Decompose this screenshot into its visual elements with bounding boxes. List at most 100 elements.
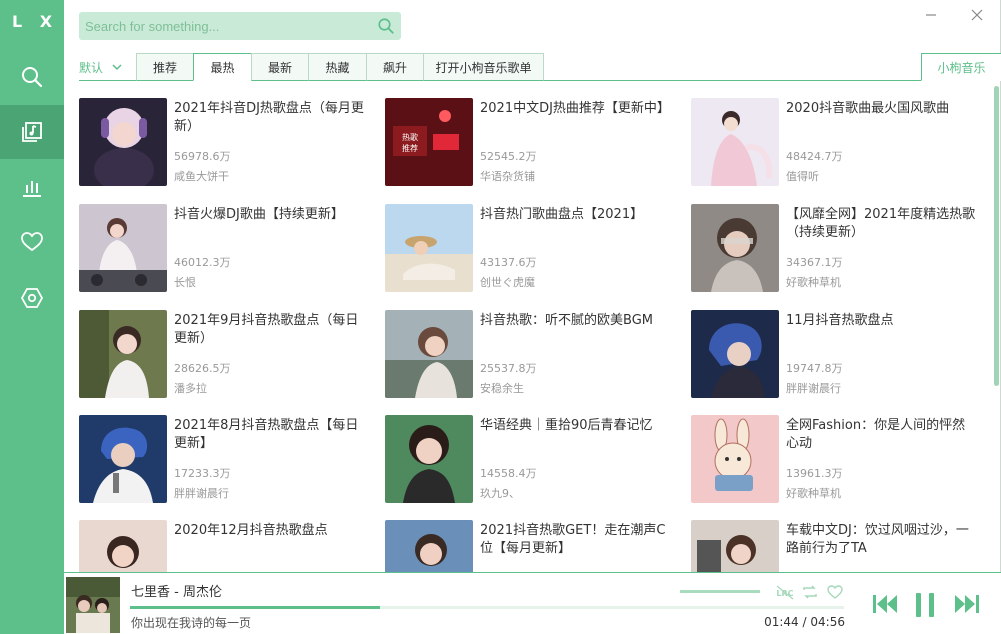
play-count: 34367.1万 [786, 256, 843, 269]
playlist-title[interactable]: 抖音热门歌曲盘点【2021】 [480, 206, 670, 224]
songlist-icon [22, 122, 42, 142]
playlist-card[interactable]: 抖音热歌：听不腻的欧美BGM 25537.8万 安稳余生 [385, 310, 675, 398]
playlist-title[interactable]: 2021年抖音DJ热歌盘点（每月更新） [174, 100, 364, 136]
tab-hottest[interactable]: 最热 [193, 53, 252, 81]
playlist-card[interactable]: 华语经典｜重拾90后青春记忆 14558.4万 玖九9、 [385, 415, 675, 503]
search-icon [22, 67, 43, 88]
previous-track-icon[interactable] [870, 591, 900, 617]
volume-slider[interactable] [680, 590, 760, 593]
time-display: 01:44 / 04:56 [764, 615, 845, 629]
play-count: 48424.7万 [786, 150, 843, 163]
nav-search[interactable] [0, 50, 64, 104]
app-window: L X 默认 推荐 最热 最 [0, 0, 1001, 634]
playlist-card[interactable]: 2021抖音热歌GET！走在潮声C位【每月更新】 [385, 520, 675, 572]
playlist-title[interactable]: 车载中文DJ：饮过风咽过沙，一路前行为了TA [786, 522, 976, 558]
playlist-title[interactable]: 全网Fashion：你是人间的怦然心动 [786, 417, 976, 453]
playlist-card[interactable]: 抖音火爆DJ歌曲【持续更新】 46012.3万 长恨 [79, 204, 369, 292]
playlist-card[interactable]: 2021年抖音DJ热歌盘点（每月更新） 56978.6万 咸鱼大饼干 [79, 98, 369, 186]
playlist-card[interactable]: 2020抖音歌曲最火国风歌曲 48424.7万 值得听 [691, 98, 981, 186]
lrc-label: LRC [776, 589, 793, 598]
tab-open-playlist[interactable]: 打开小枸音乐歌单 [423, 53, 544, 81]
playlist-cover[interactable] [79, 415, 167, 503]
playlist-cover[interactable] [385, 520, 473, 572]
tab-rising[interactable]: 飙升 [366, 53, 424, 81]
playlist-card[interactable]: 【风靡全网】2021年度精选热歌（持续更新） 34367.1万 好歌种草机 [691, 204, 981, 292]
playlist-author: 安稳余生 [480, 382, 524, 395]
playlist-author: 胖胖谢晨行 [174, 487, 229, 500]
chevron-down-icon [112, 64, 122, 71]
tab-newest[interactable]: 最新 [251, 53, 309, 81]
nav-songlist[interactable] [0, 105, 64, 159]
nav-leaderboard[interactable] [0, 160, 64, 214]
tab-recommend[interactable]: 推荐 [136, 53, 194, 81]
playlist-title[interactable]: 2021中文DJ热曲推荐【更新中】 [480, 100, 670, 118]
playlist-card[interactable]: 2021年8月抖音热歌盘点【每日更新】 17233.3万 胖胖谢晨行 [79, 415, 369, 503]
total-time: 04:56 [810, 615, 845, 629]
app-logo: L X [11, 12, 59, 31]
playlist-cover[interactable] [691, 415, 779, 503]
now-playing-title: 七里香 - 周杰伦 [131, 585, 222, 600]
close-button[interactable] [968, 6, 986, 24]
playlist-title[interactable]: 2021年8月抖音热歌盘点【每日更新】 [174, 417, 364, 453]
playlist-author: 潘多拉 [174, 382, 207, 395]
tab-bar: 默认 推荐 最热 最新 热藏 飙升 打开小枸音乐歌单 小枸音乐 [64, 53, 1001, 81]
svg-text:推荐: 推荐 [402, 143, 418, 153]
play-count: 52545.2万 [480, 150, 537, 163]
playlist-cover[interactable] [691, 98, 779, 186]
playlist-title[interactable]: 抖音火爆DJ歌曲【持续更新】 [174, 206, 364, 224]
tab-most-collected[interactable]: 热藏 [308, 53, 367, 81]
playlist-card[interactable]: 全网Fashion：你是人间的怦然心动 13961.3万 好歌种草机 [691, 415, 981, 503]
playlist-cover[interactable] [79, 204, 167, 292]
search-input[interactable] [79, 12, 369, 40]
playlist-card[interactable]: 热歌 推荐 2021中文DJ热曲推荐【更新中】 52545.2万 华语杂货铺 [385, 98, 675, 186]
lyrics-toggle-icon[interactable]: LRC [775, 583, 795, 601]
playlist-card[interactable]: 抖音热门歌曲盘点【2021】 43137.6万 创世ぐ虎魔 [385, 204, 675, 292]
nav-favorites[interactable] [0, 215, 64, 269]
player-bar: 七里香 - 周杰伦 你出现在我诗的每一页 LRC 01:44 / 04:56 [64, 572, 1001, 634]
playlist-cover[interactable] [385, 415, 473, 503]
playlist-cover[interactable] [385, 204, 473, 292]
play-count: 56978.6万 [174, 150, 231, 163]
playlist-title[interactable]: 【风靡全网】2021年度精选热歌（持续更新） [786, 206, 976, 242]
time-separator: / [802, 615, 807, 629]
playlist-cover[interactable] [79, 310, 167, 398]
playlist-author: 玖九9、 [480, 487, 520, 500]
scrollbar-thumb[interactable] [994, 86, 999, 386]
current-lyric: 你出现在我诗的每一页 [131, 616, 252, 630]
play-count: 13961.3万 [786, 467, 843, 480]
playlist-author: 好歌种草机 [786, 487, 841, 500]
playlist-cover[interactable]: 热歌 推荐 [385, 98, 473, 186]
playlist-title[interactable]: 华语经典｜重拾90后青春记忆 [480, 417, 670, 435]
repeat-icon[interactable] [801, 583, 819, 601]
favorite-heart-icon[interactable] [826, 583, 844, 601]
play-count: 43137.6万 [480, 256, 537, 269]
playlist-cover[interactable] [79, 98, 167, 186]
playlist-title[interactable]: 2021抖音热歌GET！走在潮声C位【每月更新】 [480, 522, 670, 558]
playlist-cover[interactable] [385, 310, 473, 398]
pause-icon[interactable] [911, 591, 939, 619]
minimize-button[interactable] [922, 6, 940, 24]
source-selector[interactable]: 小枸音乐 [921, 53, 1001, 81]
play-count: 25537.8万 [480, 362, 537, 375]
nav-settings[interactable] [0, 271, 64, 325]
search-icon[interactable] [377, 17, 395, 35]
play-count: 14558.4万 [480, 467, 537, 480]
playlist-title[interactable]: 11月抖音热歌盘点 [786, 312, 976, 330]
playlist-title[interactable]: 2021年9月抖音热歌盘点（每日更新） [174, 312, 364, 348]
playlist-cover[interactable] [691, 204, 779, 292]
now-playing-cover[interactable] [66, 577, 120, 633]
chart-bars-icon [23, 181, 41, 197]
playlist-card[interactable]: 11月抖音热歌盘点 19747.8万 胖胖谢晨行 [691, 310, 981, 398]
playlist-title[interactable]: 2020年12月抖音热歌盘点 [174, 522, 364, 540]
playlist-title[interactable]: 2020抖音歌曲最火国风歌曲 [786, 100, 976, 118]
playlist-card[interactable]: 车载中文DJ：饮过风咽过沙，一路前行为了TA [691, 520, 981, 572]
playlist-card[interactable]: 2020年12月抖音热歌盘点 [79, 520, 369, 572]
heart-icon [21, 232, 43, 252]
playlist-card[interactable]: 2021年9月抖音热歌盘点（每日更新） 28626.5万 潘多拉 [79, 310, 369, 398]
playlist-author: 值得听 [786, 170, 819, 183]
playlist-title[interactable]: 抖音热歌：听不腻的欧美BGM [480, 312, 670, 330]
playlist-cover[interactable] [79, 520, 167, 572]
playlist-cover[interactable] [691, 520, 779, 572]
next-track-icon[interactable] [952, 591, 982, 617]
playlist-cover[interactable] [691, 310, 779, 398]
